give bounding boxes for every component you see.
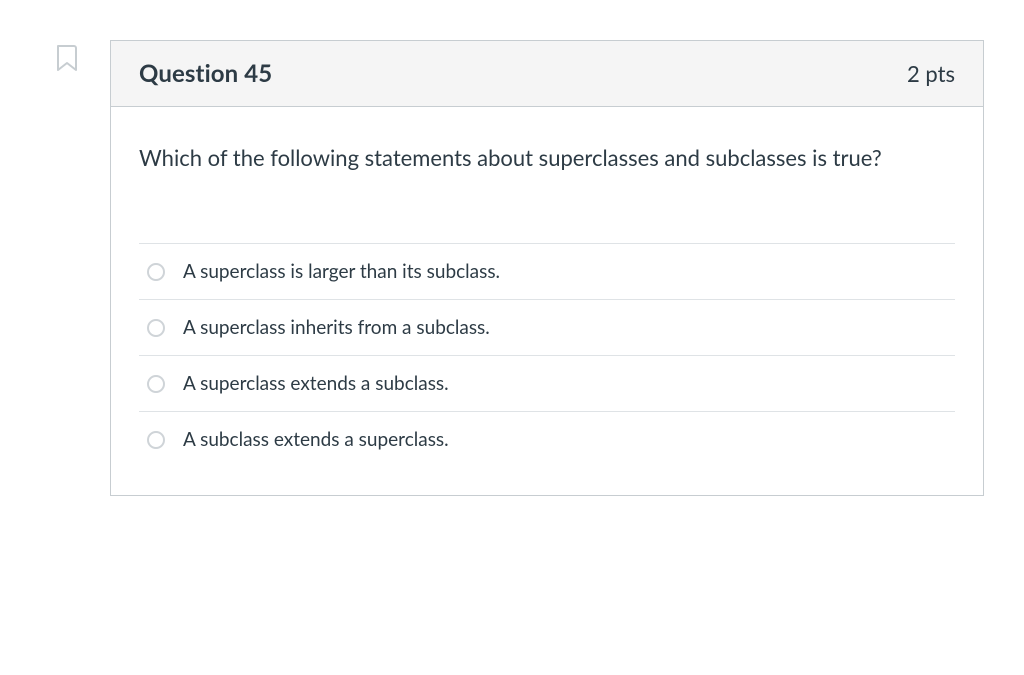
option-row[interactable]: A superclass extends a subclass. (139, 356, 955, 412)
question-prompt: Which of the following statements about … (139, 141, 955, 175)
option-radio[interactable] (147, 263, 165, 281)
option-row[interactable]: A subclass extends a superclass. (139, 412, 955, 467)
question-body: Which of the following statements about … (111, 107, 983, 495)
bookmark-flag-icon[interactable] (54, 44, 80, 72)
question-points: 2 pts (907, 60, 955, 87)
question-card: Question 45 2 pts Which of the following… (110, 40, 984, 496)
question-title: Question 45 (139, 59, 272, 88)
option-label: A superclass is larger than its subclass… (183, 260, 500, 283)
option-label: A superclass extends a subclass. (183, 372, 449, 395)
option-radio[interactable] (147, 319, 165, 337)
option-label: A superclass inherits from a subclass. (183, 316, 490, 339)
options-list: A superclass is larger than its subclass… (139, 243, 955, 467)
option-radio[interactable] (147, 431, 165, 449)
option-row[interactable]: A superclass inherits from a subclass. (139, 300, 955, 356)
question-header: Question 45 2 pts (111, 41, 983, 107)
option-row[interactable]: A superclass is larger than its subclass… (139, 244, 955, 300)
option-radio[interactable] (147, 375, 165, 393)
option-label: A subclass extends a superclass. (183, 428, 449, 451)
